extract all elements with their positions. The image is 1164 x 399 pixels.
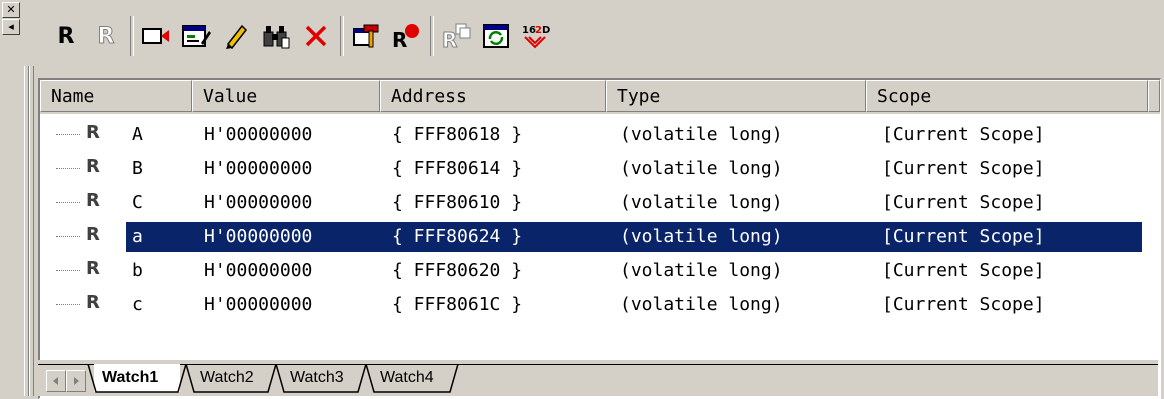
table-row[interactable]: R C H'00000000 { FFF80610 } (volatile lo… <box>40 186 1160 220</box>
svg-text:D: D <box>542 25 550 36</box>
row-scope: [Current Scope] <box>882 192 1045 213</box>
row-address: { FFF80620 } <box>392 260 523 281</box>
row-type: (volatile long) <box>620 192 783 213</box>
row-type: (volatile long) <box>620 294 783 315</box>
column-header-bar: Name Value Address Type Scope <box>40 80 1160 114</box>
column-header-address[interactable]: Address <box>380 80 606 112</box>
column-header-name[interactable]: Name <box>40 80 192 112</box>
row-scope: [Current Scope] <box>882 158 1045 179</box>
row-type: (volatile long) <box>620 226 783 247</box>
delete-x-icon[interactable] <box>296 14 336 58</box>
svg-text:2: 2 <box>535 25 542 36</box>
tab-scroll-right-icon[interactable] <box>66 370 86 392</box>
row-type: (volatile long) <box>620 124 783 145</box>
register-r-icon: R <box>86 258 100 279</box>
row-value: H'00000000 <box>204 260 313 281</box>
table-row[interactable]: R A H'00000000 { FFF80618 } (volatile lo… <box>40 118 1160 152</box>
toolbar-separator <box>130 16 134 56</box>
radix-icon[interactable]: 16 2 D <box>516 14 556 58</box>
table-row[interactable]: R B H'00000000 { FFF80614 } (volatile lo… <box>40 152 1160 186</box>
table-row-selected[interactable]: R a H'00000000 { FFF80624 } (volatile lo… <box>40 220 1160 254</box>
tree-line <box>56 168 80 170</box>
tree-line <box>56 270 80 272</box>
row-name: C <box>132 192 143 213</box>
svg-text:16: 16 <box>522 25 536 36</box>
collapse-arrow-icon[interactable]: ◂ <box>2 19 20 35</box>
register-r-icon: R <box>86 156 100 177</box>
edit-window-icon[interactable] <box>176 14 216 58</box>
register-copy-icon[interactable]: R <box>436 14 476 58</box>
svg-text:R: R <box>442 28 457 51</box>
watch-list-panel: Name Value Address Type Scope R A H'0000… <box>38 78 1161 399</box>
register-r-icon: R <box>86 292 100 313</box>
tab-scroll-left-icon[interactable] <box>46 370 66 392</box>
row-scope: [Current Scope] <box>882 260 1045 281</box>
video-icon[interactable] <box>136 14 176 58</box>
row-name: a <box>132 226 143 247</box>
row-address: { FFF80618 } <box>392 124 523 145</box>
row-value: H'00000000 <box>204 192 313 213</box>
tree-line <box>56 304 80 306</box>
row-type: (volatile long) <box>620 260 783 281</box>
close-icon[interactable]: ✕ <box>2 2 20 18</box>
row-name: A <box>132 124 143 145</box>
row-value: H'00000000 <box>204 226 313 247</box>
row-scope: [Current Scope] <box>882 294 1045 315</box>
tab-watch4[interactable]: Watch4 <box>380 364 434 392</box>
pencil-icon[interactable] <box>216 14 256 58</box>
register-r-disabled-icon[interactable]: R <box>86 14 126 58</box>
tree-line <box>56 236 80 238</box>
row-name: B <box>132 158 143 179</box>
row-address: { FFF80614 } <box>392 158 523 179</box>
tree-line <box>56 134 80 136</box>
dock-strip: ✕ ◂ <box>0 0 34 399</box>
hammer-icon[interactable] <box>346 14 386 58</box>
toolbar: R R R R 16 2 D <box>44 14 1160 62</box>
column-header-value[interactable]: Value <box>192 80 380 112</box>
register-r-icon: R <box>86 190 100 211</box>
toolbar-separator <box>340 16 344 56</box>
row-type: (volatile long) <box>620 158 783 179</box>
row-scope: [Current Scope] <box>882 226 1045 247</box>
column-header-filler <box>1148 80 1160 112</box>
sheet-tab-bar: Watch1 Watch2 Watch3 Watch4 <box>38 360 1158 396</box>
row-address: { FFF8061C } <box>392 294 523 315</box>
binoculars-icon[interactable] <box>256 14 296 58</box>
row-scope: [Current Scope] <box>882 124 1045 145</box>
row-value: H'00000000 <box>204 294 313 315</box>
column-header-scope[interactable]: Scope <box>866 80 1148 112</box>
register-r-icon: R <box>86 122 100 143</box>
tab-watch3[interactable]: Watch3 <box>290 364 344 392</box>
table-row[interactable]: R b H'00000000 { FFF80620 } (volatile lo… <box>40 254 1160 288</box>
tree-line <box>56 202 80 204</box>
column-header-type[interactable]: Type <box>606 80 866 112</box>
tab-watch2[interactable]: Watch2 <box>200 364 254 392</box>
tab-watch1[interactable]: Watch1 <box>102 364 158 392</box>
toolbar-separator <box>430 16 434 56</box>
row-value: H'00000000 <box>204 124 313 145</box>
row-name: b <box>132 260 143 281</box>
row-name: c <box>132 294 143 315</box>
refresh-icon[interactable] <box>476 14 516 58</box>
register-r-icon[interactable]: R <box>46 14 86 58</box>
row-address: { FFF80624 } <box>392 226 523 247</box>
table-row[interactable]: R c H'00000000 { FFF8061C } (volatile lo… <box>40 288 1160 322</box>
register-record-icon[interactable]: R <box>386 14 426 58</box>
row-value: H'00000000 <box>204 158 313 179</box>
row-address: { FFF80610 } <box>392 192 523 213</box>
watch-window: ✕ ◂ R R R R 16 2 D Name Value Address Ty… <box>0 0 1164 399</box>
dock-grip-2[interactable] <box>29 66 34 396</box>
register-r-icon: R <box>86 224 100 245</box>
